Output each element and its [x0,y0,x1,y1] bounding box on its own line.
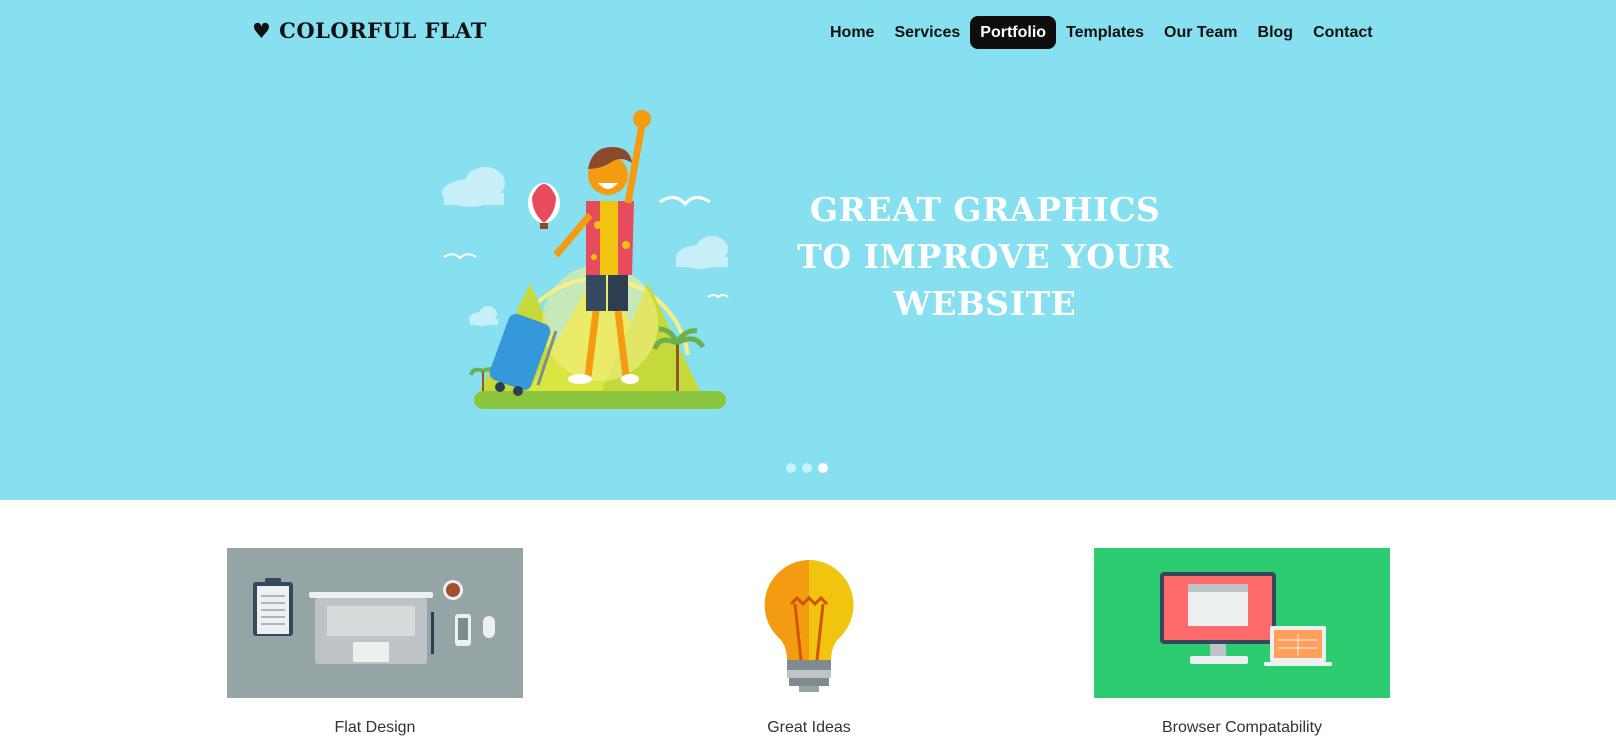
hero-title-line: GREAT GRAPHICS [809,190,1161,229]
cloud-icon [442,167,505,207]
nav-item-portfolio[interactable]: Portfolio [970,16,1057,49]
laptop-icon [309,592,433,664]
bird-icon [659,196,711,207]
hero-title-line: TO IMPROVE YOUR [797,237,1173,276]
hero-title: GREAT GRAPHICS TO IMPROVE YOUR WEBSITE [790,186,1180,327]
mouse-icon [483,616,495,638]
slider-dot-2[interactable] [802,463,812,473]
nav-item-our-team[interactable]: Our Team [1154,16,1248,49]
devices-image [1094,548,1390,698]
brand-logo[interactable]: ♥ COLORFUL FLAT [252,18,487,43]
phone-icon [455,614,471,646]
feature-browser-compatability: Browser Compatability [1094,548,1390,737]
nav-item-services[interactable]: Services [884,16,970,49]
nav-item-templates[interactable]: Templates [1056,16,1154,49]
nav-item-contact[interactable]: Contact [1303,16,1383,49]
brand-name: COLORFUL FLAT [279,18,487,43]
traveler-illustration [442,110,729,409]
feature-flat-design: Flat Design [227,548,523,737]
nav-item-blog[interactable]: Blog [1248,16,1304,49]
bird-icon [707,294,729,299]
feature-caption: Browser Compatability [1161,719,1323,736]
slider-dot-3[interactable] [818,463,828,473]
slider-dots [786,463,828,473]
feature-caption: Great Ideas [767,719,851,736]
hot-air-balloon-icon [528,183,560,229]
lightbulb-icon [764,560,854,692]
heart-icon: ♥ [252,18,272,43]
coffee-cup-icon [443,580,463,600]
laptop-icon [1264,626,1332,666]
lightbulb-image [661,548,957,698]
main-nav: Home Services Portfolio Templates Our Te… [820,16,1383,49]
cloud-icon [676,236,728,269]
feature-caption: Flat Design [334,719,416,736]
pen-icon [431,612,434,654]
hero-title-line: WEBSITE [893,284,1077,323]
feature-great-ideas: Great Ideas [661,548,957,737]
desktop-monitor-icon [1160,572,1276,664]
hero-slider: ♥ COLORFUL FLAT Home Services Portfolio … [0,0,1616,500]
workspace-image [227,548,523,698]
bird-icon [443,253,477,260]
slider-dot-1[interactable] [786,463,796,473]
nav-item-home[interactable]: Home [820,16,884,49]
navbar: ♥ COLORFUL FLAT Home Services Portfolio … [0,0,1616,66]
clipboard-icon [253,578,293,636]
cloud-icon [469,306,498,326]
